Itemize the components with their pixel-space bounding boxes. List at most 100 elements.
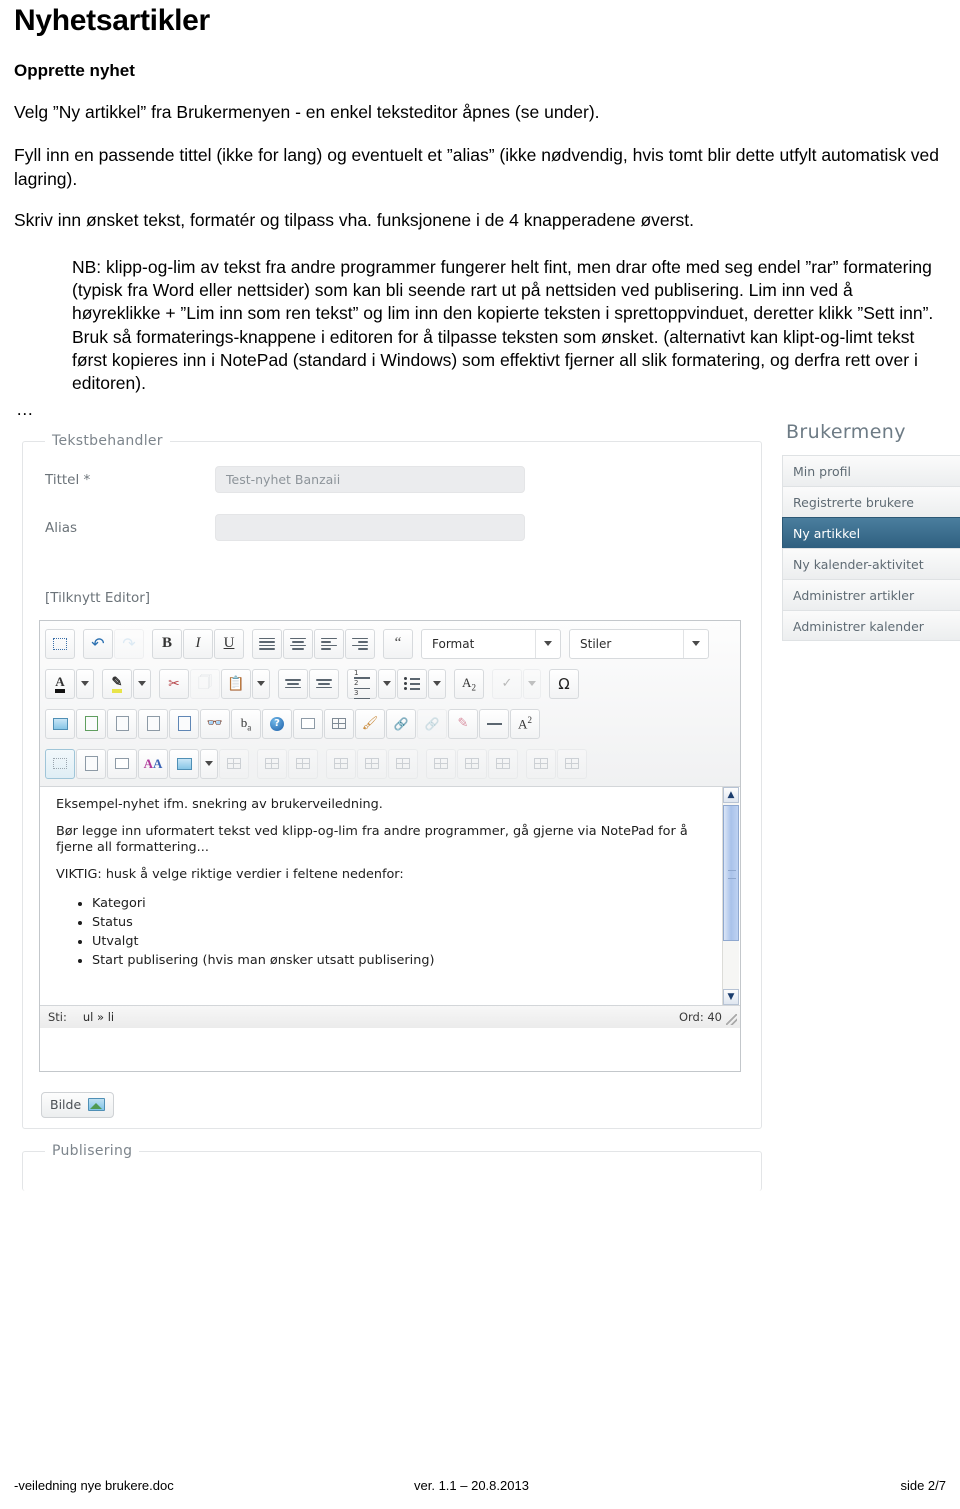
editor-content-area[interactable]: Eksempel-nyhet ifm. snekring av brukerve… xyxy=(40,786,740,1005)
link-icon[interactable]: 🔗 xyxy=(386,708,416,739)
preview-icon[interactable] xyxy=(76,748,106,779)
bilde-button-label: Bilde xyxy=(50,1097,82,1113)
cut-icon[interactable]: ✂ xyxy=(159,668,189,699)
scroll-up-icon[interactable]: ▲ xyxy=(723,786,739,803)
align-justify-icon[interactable] xyxy=(252,628,282,659)
delete-row-icon[interactable] xyxy=(388,748,418,779)
indent-icon[interactable] xyxy=(309,668,339,699)
templates-icon[interactable] xyxy=(324,708,354,739)
user-menu-title: Brukermeny xyxy=(786,420,906,443)
insert-column-before-icon[interactable] xyxy=(426,748,456,779)
bulleted-list-dropdown-icon[interactable] xyxy=(428,668,446,699)
copy-icon[interactable]: 🗍 xyxy=(190,668,220,699)
table-properties-icon[interactable] xyxy=(526,748,556,779)
split-cell-icon[interactable] xyxy=(288,748,318,779)
table-icon[interactable] xyxy=(169,748,199,779)
document-properties-icon[interactable] xyxy=(107,708,137,739)
find-icon[interactable]: 👓 xyxy=(200,708,230,739)
page-properties-icon[interactable] xyxy=(138,708,168,739)
maximize-icon[interactable] xyxy=(45,628,75,659)
outdent-icon[interactable] xyxy=(278,668,308,699)
title-input[interactable]: Test-nyhet Banzaii xyxy=(215,465,525,493)
numbered-list-icon[interactable]: 1 2 3 xyxy=(347,669,377,700)
editor-toolbar-row-2: A ✎ ✂ 🗍 📋 1 2 3 A2 ✓ Ω xyxy=(42,664,738,704)
format-dropdown-label: Format xyxy=(432,636,475,651)
text-color-icon[interactable]: A xyxy=(45,668,75,699)
blockquote-icon[interactable]: “ xyxy=(383,628,413,659)
cell-properties-icon[interactable] xyxy=(557,748,587,779)
merge-cells-icon[interactable] xyxy=(257,748,287,779)
show-blocks-icon[interactable] xyxy=(45,748,75,779)
highlight-color-icon[interactable]: ✎ xyxy=(102,668,132,699)
bulleted-list-icon[interactable] xyxy=(397,668,427,699)
list-item: Status xyxy=(92,913,718,932)
spellcheck-icon[interactable]: ✓ xyxy=(492,668,522,699)
unlink-icon[interactable]: 🔗 xyxy=(417,708,447,739)
page-footer: -veiledning nye brukere.doc ver. 1.1 – 2… xyxy=(14,1478,946,1493)
highlight-color-dropdown-icon[interactable] xyxy=(133,668,151,699)
help-icon[interactable]: ? xyxy=(262,708,292,739)
insert-row-after-icon[interactable] xyxy=(357,748,387,779)
document-page: Nyhetsartikler Opprette nyhet Velg ”Ny a… xyxy=(0,0,960,1509)
sidebar-item-ny-artikkel[interactable]: Ny artikkel xyxy=(782,516,960,548)
align-center-icon[interactable] xyxy=(283,628,313,659)
spellcheck-dropdown-icon[interactable] xyxy=(523,668,541,699)
text-color-dropdown-icon[interactable] xyxy=(76,668,94,699)
table-dropdown-icon[interactable] xyxy=(200,748,218,779)
footer-page-number: side 2/7 xyxy=(900,1478,946,1493)
sidebar-item-administrer-artikler[interactable]: Administrer artikler xyxy=(782,578,960,610)
paste-dropdown-icon[interactable] xyxy=(252,668,270,699)
redo-icon[interactable]: ↷ xyxy=(114,628,144,659)
replace-icon[interactable]: ba xyxy=(231,708,261,739)
bilde-button[interactable]: Bilde xyxy=(41,1091,115,1118)
ellipsis-marker: … xyxy=(16,399,35,420)
sidebar-item-min-profil[interactable]: Min profil xyxy=(782,454,960,486)
element-path-value[interactable]: ul » li xyxy=(83,1010,114,1024)
align-left-icon[interactable] xyxy=(314,628,344,659)
editor-toolbars: ↶ ↷ B I U “ Format Stiler A ✎ ✂ 🗍 📋 1 2 … xyxy=(40,620,740,787)
editor-paragraph-2: Bør legge inn uformatert tekst ved klipp… xyxy=(56,823,688,855)
align-right-icon[interactable] xyxy=(345,628,375,659)
italic-icon[interactable]: I xyxy=(183,628,213,659)
horizontal-rule-icon[interactable] xyxy=(479,708,509,739)
undo-icon[interactable]: ↶ xyxy=(83,628,113,659)
editor-toolbar-row-3: 👓 ba ? 🖌 🔗 🔗 ✎ A2 xyxy=(42,704,738,744)
format-dropdown[interactable]: Format xyxy=(421,628,561,659)
scrollbar-thumb[interactable] xyxy=(723,804,739,941)
rich-text-editor: ↶ ↷ B I U “ Format Stiler A ✎ ✂ 🗍 📋 1 2 … xyxy=(39,619,741,1072)
editor-paragraph-1: Eksempel-nyhet ifm. snekring av brukerve… xyxy=(56,796,383,812)
special-character-icon[interactable]: Ω xyxy=(549,668,579,699)
scroll-down-icon[interactable]: ▼ xyxy=(723,988,739,1005)
chevron-down-icon xyxy=(535,629,560,658)
anchor-icon[interactable]: ✎ xyxy=(448,708,478,739)
insert-row-before-icon[interactable] xyxy=(326,748,356,779)
insert-file-icon[interactable] xyxy=(76,708,106,739)
paste-icon[interactable]: 📋 xyxy=(221,668,251,699)
paragraph-1: Velg ”Ny artikkel” fra Brukermenyen - en… xyxy=(14,102,600,123)
stiler-dropdown[interactable]: Stiler xyxy=(569,628,709,659)
delete-column-icon[interactable] xyxy=(488,748,518,779)
tilknytt-editor-link[interactable]: [Tilknytt Editor] xyxy=(45,590,150,606)
stiler-dropdown-label: Stiler xyxy=(580,636,612,651)
save-icon[interactable] xyxy=(107,748,137,779)
editor-resize-handle[interactable] xyxy=(726,1013,737,1025)
superscript-icon[interactable]: A2 xyxy=(510,708,540,739)
editor-vertical-scrollbar[interactable]: ▲ ▼ xyxy=(722,786,739,1005)
sidebar-item-registrerte-brukere[interactable]: Registrerte brukere xyxy=(782,485,960,517)
spell-as-you-type-icon[interactable]: AA xyxy=(138,748,168,779)
insert-image-icon[interactable] xyxy=(45,708,75,739)
sidebar-item-ny-kalender-aktivitet[interactable]: Ny kalender-aktivitet xyxy=(782,547,960,579)
subscript-icon[interactable]: A2 xyxy=(454,668,484,699)
bold-icon[interactable]: B xyxy=(152,628,182,659)
delete-table-icon[interactable] xyxy=(219,748,249,779)
sidebar-item-administrer-kalender[interactable]: Administrer kalender xyxy=(782,609,960,641)
insert-column-after-icon[interactable] xyxy=(457,748,487,779)
title-label: Tittel * xyxy=(45,471,91,488)
page-break-icon[interactable] xyxy=(293,708,323,739)
underline-icon[interactable]: U xyxy=(214,628,244,659)
numbered-list-dropdown-icon[interactable] xyxy=(378,668,396,699)
remove-format-icon[interactable]: 🖌 xyxy=(355,708,385,739)
paragraph-2: Fyll inn en passende tittel (ikke for la… xyxy=(14,145,940,189)
alias-input[interactable] xyxy=(215,513,525,541)
source-code-icon[interactable] xyxy=(169,708,199,739)
